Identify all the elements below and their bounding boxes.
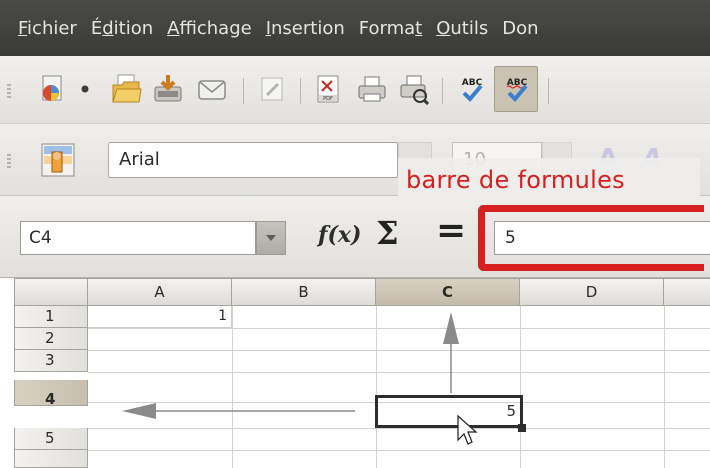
mouse-cursor-icon	[457, 414, 478, 445]
arrow-head-up-icon	[443, 312, 459, 344]
annotation-arrows	[122, 312, 478, 445]
arrow-head-left-icon	[122, 403, 156, 419]
